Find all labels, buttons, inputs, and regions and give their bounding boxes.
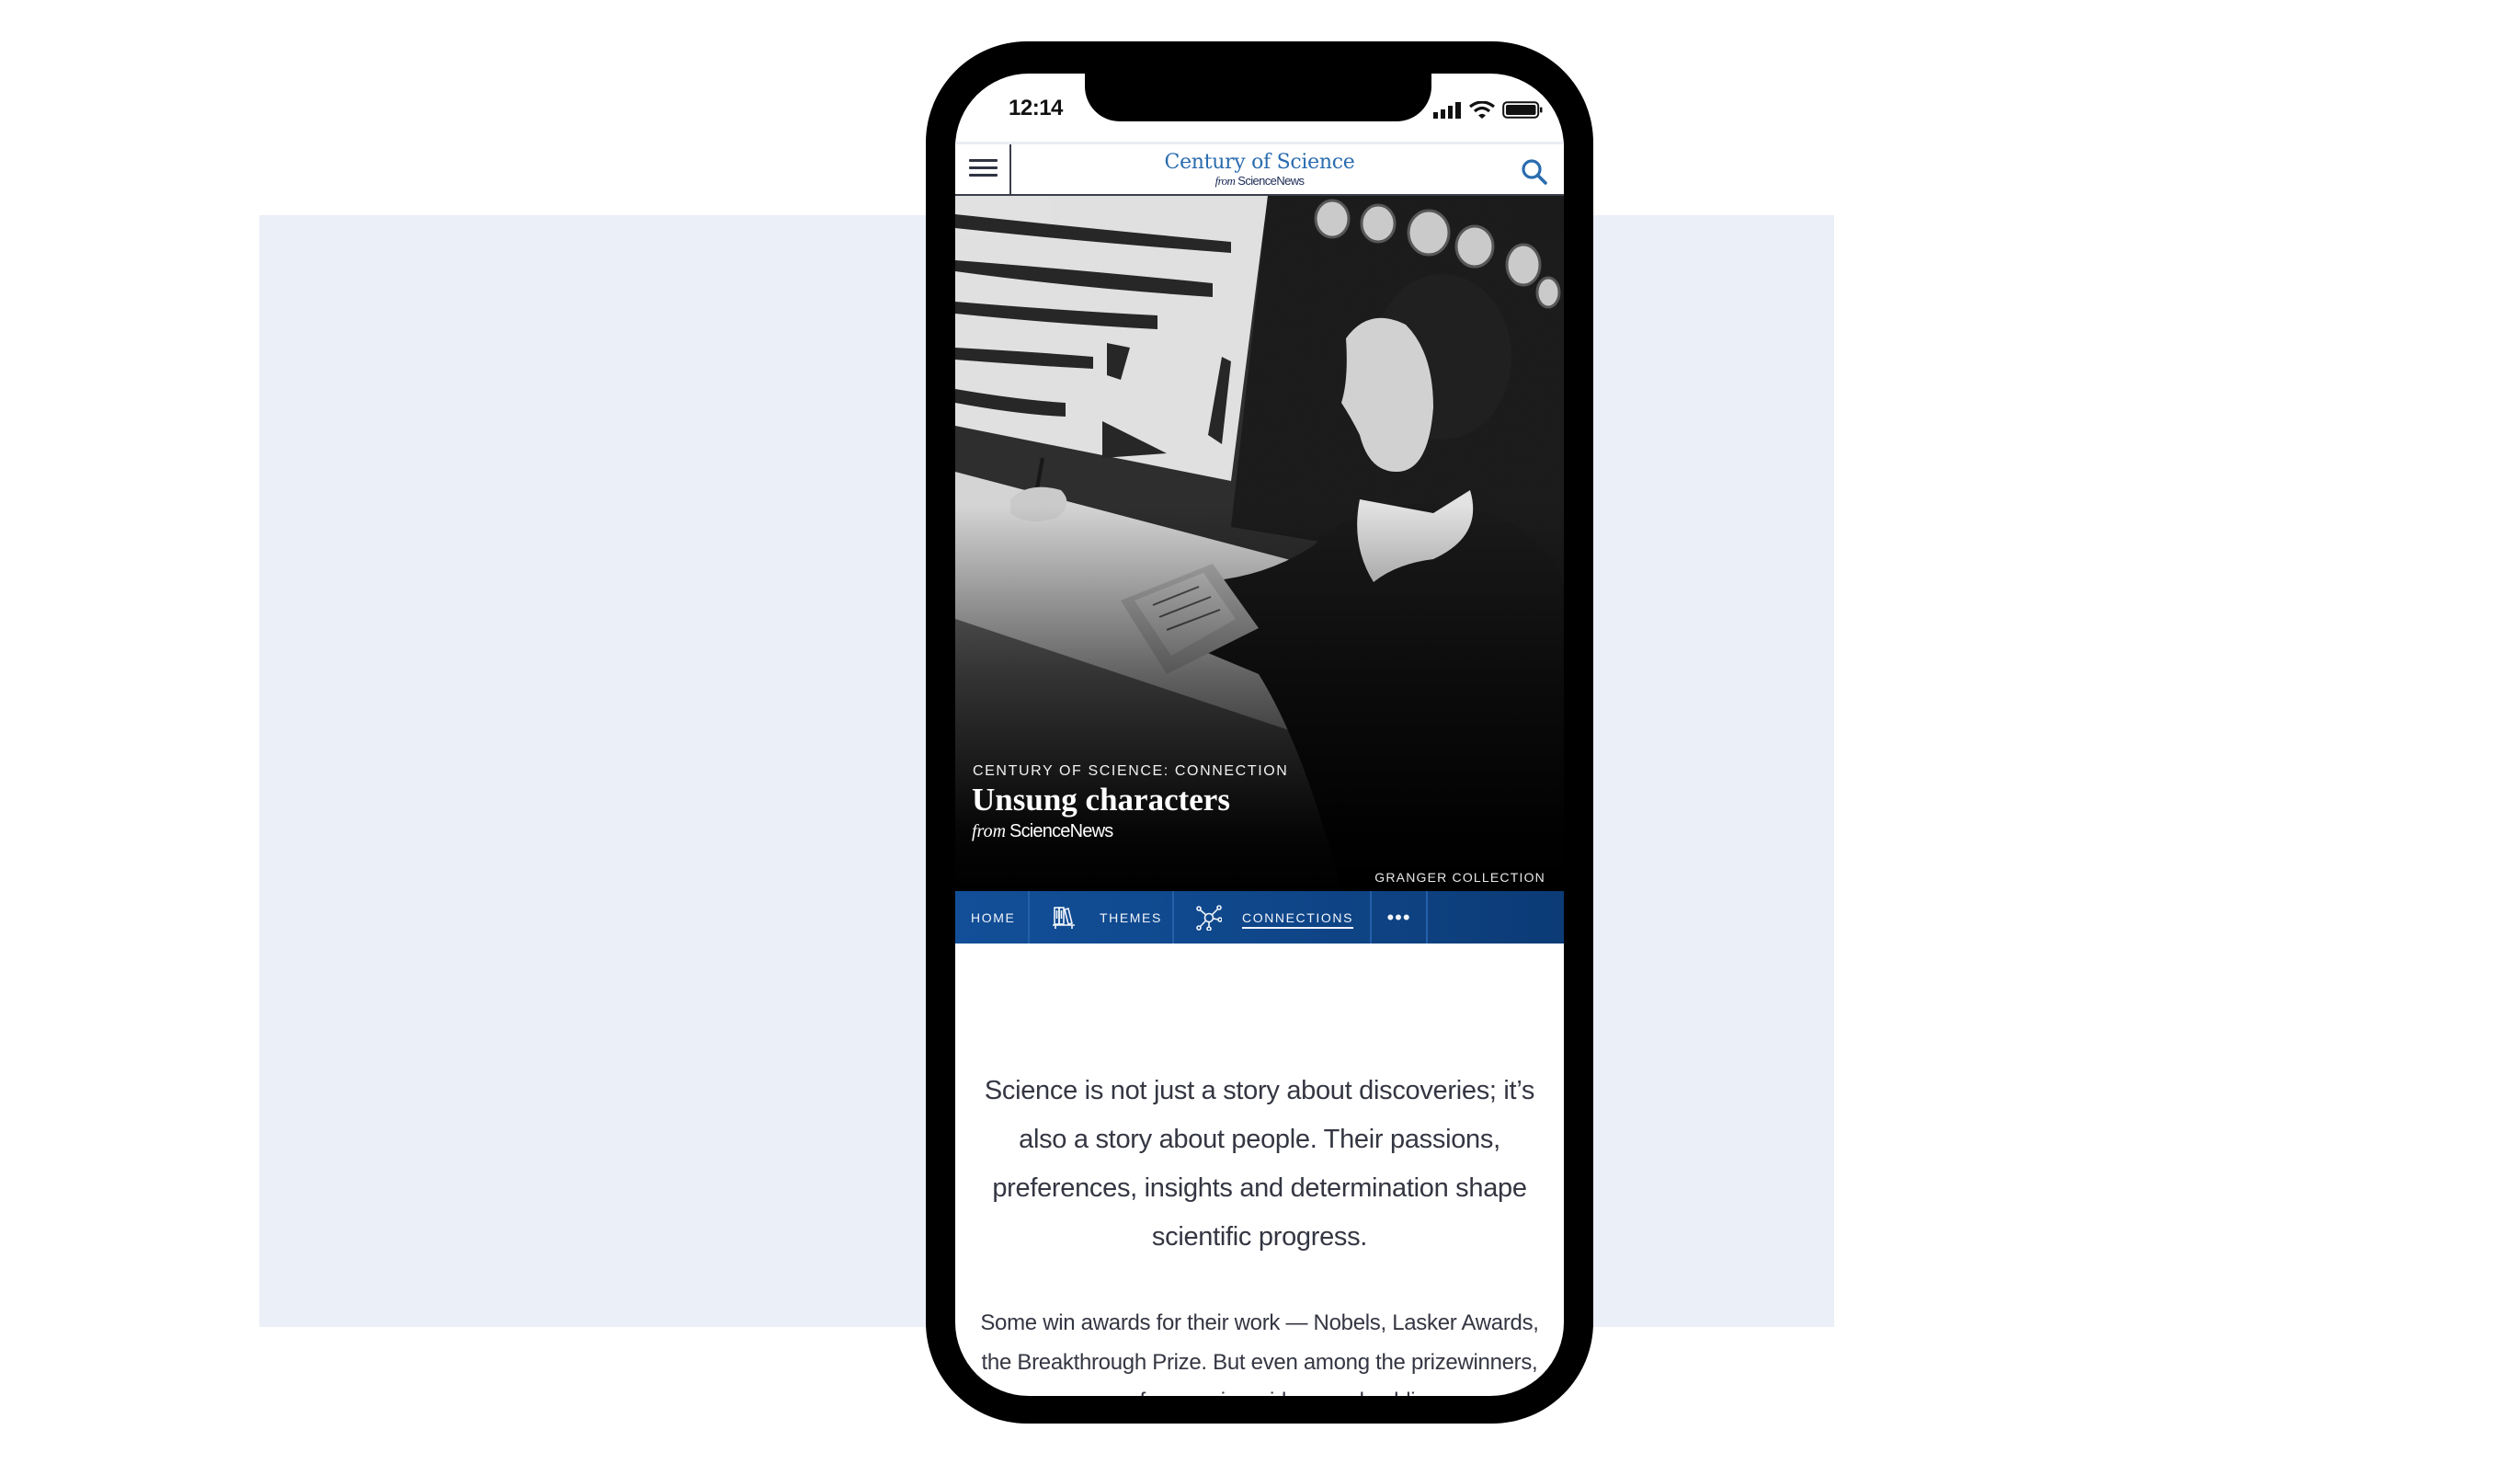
logo-title: Century of Science — [1164, 151, 1355, 174]
site-header: Century of Science from ScienceNews — [955, 142, 1564, 197]
nav-home[interactable]: HOME — [955, 891, 1030, 944]
logo-subtitle: from ScienceNews — [1011, 175, 1508, 188]
nav-home-label: HOME — [971, 909, 1016, 925]
hero-from: from — [972, 821, 1007, 841]
logo-from: from — [1214, 174, 1236, 188]
phone-screen: 12:14 Century of Science fromScienceNew — [955, 74, 1564, 1396]
article-paragraph: Some win awards for their work — Nobels,… — [980, 1310, 1539, 1396]
logo-brand: ScienceNews — [1237, 174, 1305, 188]
wifi-icon — [1469, 101, 1495, 119]
phone-notch — [1085, 64, 1431, 121]
article-lead: Science is not just a story about discov… — [984, 1076, 1535, 1252]
battery-icon — [1502, 101, 1543, 119]
hero-title: Unsung characters — [972, 782, 1230, 818]
hamburger-menu-icon[interactable] — [969, 159, 998, 179]
network-icon — [1196, 904, 1222, 931]
hero-banner[interactable]: CENTURY OF SCIENCE: CONNECTION Unsung ch… — [955, 196, 1564, 891]
hero-brand: ScienceNews — [1009, 821, 1113, 841]
hero-byline: from ScienceNews — [972, 821, 1113, 842]
nav-connections[interactable]: CONNECTIONS — [1174, 891, 1372, 944]
nav-more-button[interactable]: ••• — [1372, 891, 1428, 944]
nav-themes[interactable]: THEMES — [1030, 891, 1174, 944]
hero-kicker: CENTURY OF SCIENCE: CONNECTION — [973, 763, 1289, 779]
search-icon[interactable] — [1520, 157, 1549, 187]
cellular-signal-icon — [1433, 102, 1461, 119]
bookshelf-icon — [1053, 906, 1075, 929]
status-time: 12:14 — [1009, 96, 1063, 120]
nav-themes-label: THEMES — [1100, 909, 1162, 925]
site-logo[interactable]: Century of Science from ScienceNews — [1011, 152, 1508, 188]
section-nav: HOME THEMES CONNECTIONS ••• — [955, 891, 1564, 944]
more-icon: ••• — [1386, 905, 1411, 929]
photo-credit: GRANGER COLLECTION — [1374, 870, 1545, 885]
nav-connections-label: CONNECTIONS — [1242, 909, 1354, 925]
